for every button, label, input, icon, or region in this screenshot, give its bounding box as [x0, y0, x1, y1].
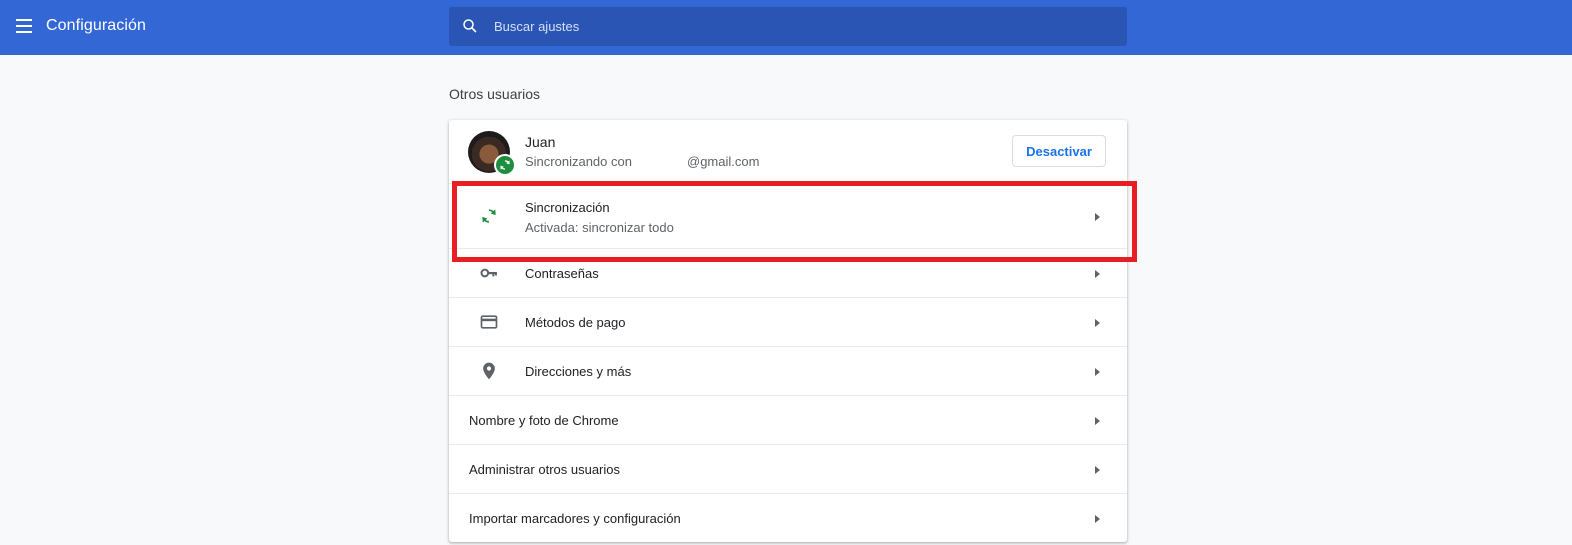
chevron-right-icon — [1095, 213, 1100, 221]
sync-label: Sincronización — [525, 200, 610, 215]
sync-row[interactable]: Sincronización Activada: sincronizar tod… — [449, 183, 1127, 249]
profile-row: Juan Sincronizando con @gmail.com Desact… — [449, 120, 1127, 183]
profile-sync-email: @gmail.com — [687, 154, 760, 169]
section-title: Otros usuarios — [449, 86, 541, 102]
import-bookmarks-label: Importar marcadores y configuración — [469, 511, 681, 526]
sync-icon — [482, 209, 496, 223]
location-pin-icon — [483, 362, 495, 380]
sync-badge-icon — [494, 154, 516, 176]
payment-methods-row[interactable]: Métodos de pago — [449, 297, 1127, 347]
import-bookmarks-row[interactable]: Importar marcadores y configuración — [449, 493, 1127, 542]
top-bar: Configuración — [0, 0, 1572, 55]
profile-sync-prefix: Sincronizando con — [525, 154, 632, 169]
manage-users-row[interactable]: Administrar otros usuarios — [449, 444, 1127, 494]
chevron-right-icon — [1095, 466, 1100, 474]
page-title: Configuración — [46, 17, 147, 34]
passwords-label: Contraseñas — [525, 266, 599, 281]
key-icon — [480, 268, 497, 278]
chevron-right-icon — [1095, 515, 1100, 523]
addresses-label: Direcciones y más — [525, 364, 632, 379]
chrome-name-photo-row[interactable]: Nombre y foto de Chrome — [449, 395, 1127, 445]
chevron-right-icon — [1095, 417, 1100, 425]
payment-methods-label: Métodos de pago — [525, 315, 626, 330]
addresses-row[interactable]: Direcciones y más — [449, 346, 1127, 396]
credit-card-icon — [480, 315, 498, 329]
search-box[interactable] — [449, 7, 1127, 46]
disable-sync-button[interactable]: Desactivar — [1012, 135, 1106, 167]
chrome-name-photo-label: Nombre y foto de Chrome — [469, 413, 619, 428]
people-card: Juan Sincronizando con @gmail.com Desact… — [449, 120, 1127, 542]
chevron-right-icon — [1095, 368, 1100, 376]
manage-users-label: Administrar otros usuarios — [469, 462, 620, 477]
chevron-right-icon — [1095, 270, 1100, 278]
hamburger-menu-icon[interactable] — [14, 16, 34, 36]
profile-name: Juan — [525, 134, 556, 150]
sync-status: Activada: sincronizar todo — [525, 220, 674, 235]
search-input[interactable] — [494, 7, 1114, 46]
passwords-row[interactable]: Contraseñas — [449, 248, 1127, 298]
search-icon — [463, 19, 477, 33]
chevron-right-icon — [1095, 319, 1100, 327]
